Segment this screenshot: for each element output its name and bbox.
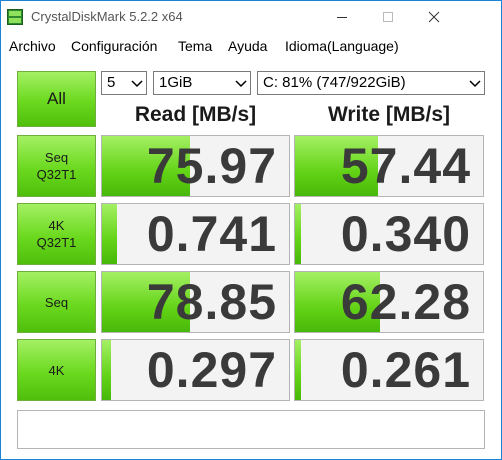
chevron-down-icon	[235, 80, 247, 88]
window-title: CrystalDiskMark 5.2.2 x64	[31, 9, 183, 24]
minimize-button[interactable]	[319, 1, 365, 34]
seq-write-result: 62.28	[294, 271, 484, 333]
4k-q32t1-button[interactable]: 4K Q32T1	[17, 203, 96, 265]
4k-button[interactable]: 4K	[17, 339, 96, 401]
4k-read-result: 0.297	[101, 339, 290, 401]
app-window: CrystalDiskMark 5.2.2 x64 Archivo Config…	[0, 0, 502, 460]
maximize-icon	[383, 12, 393, 22]
read-value: 78.85	[146, 274, 277, 330]
chevron-down-icon	[131, 80, 143, 88]
comment-box[interactable]	[17, 410, 485, 449]
4k-q32t1-write-result: 0.340	[294, 203, 484, 265]
test-count-value: 5	[107, 74, 116, 91]
menu-ayuda[interactable]: Ayuda	[228, 38, 267, 54]
app-icon	[7, 9, 23, 25]
read-value: 0.741	[146, 206, 277, 262]
seq-q32t1-button[interactable]: Seq Q32T1	[17, 135, 96, 197]
menu-tema[interactable]: Tema	[178, 38, 212, 54]
read-bar	[102, 204, 117, 264]
menu-archivo[interactable]: Archivo	[9, 38, 56, 54]
main-panel: All 5 1GiB C: 81% (747/922GiB) Read [MB/…	[1, 58, 501, 459]
title-bar[interactable]: CrystalDiskMark 5.2.2 x64	[1, 1, 501, 34]
seq-q32t1-read-result: 75.97	[101, 135, 290, 197]
close-icon	[428, 11, 440, 23]
menu-idioma[interactable]: Idioma(Language)	[285, 38, 399, 54]
drive-value: C: 81% (747/922GiB)	[263, 74, 406, 91]
write-value: 0.340	[340, 206, 471, 262]
all-button-label: All	[47, 89, 66, 108]
read-header: Read [MB/s]	[134, 103, 257, 126]
row-sublabel: Q32T1	[36, 167, 77, 182]
row-label: Seq	[44, 294, 69, 310]
4k-q32t1-read-result: 0.741	[101, 203, 290, 265]
drive-select[interactable]: C: 81% (747/922GiB)	[257, 71, 485, 95]
row-label: 4K	[48, 362, 65, 378]
write-bar	[295, 204, 301, 264]
seq-read-result: 78.85	[101, 271, 290, 333]
read-value: 0.297	[146, 342, 277, 398]
chevron-down-icon	[469, 80, 481, 88]
row-label: Seq	[44, 150, 69, 165]
all-button[interactable]: All	[17, 71, 96, 127]
maximize-button[interactable]	[365, 1, 411, 34]
close-button[interactable]	[411, 1, 457, 34]
test-count-select[interactable]: 5	[101, 71, 147, 95]
write-value: 0.261	[340, 342, 471, 398]
minimize-icon	[337, 17, 347, 18]
seq-button[interactable]: Seq	[17, 271, 96, 333]
menu-configuracion[interactable]: Configuración	[71, 38, 157, 54]
write-bar	[295, 340, 301, 400]
write-value: 57.44	[340, 138, 471, 194]
test-size-select[interactable]: 1GiB	[153, 71, 251, 95]
read-bar	[102, 340, 112, 400]
write-header: Write [MB/s]	[327, 103, 451, 126]
test-size-value: 1GiB	[159, 74, 193, 91]
read-value: 75.97	[146, 138, 277, 194]
seq-q32t1-write-result: 57.44	[294, 135, 484, 197]
row-sublabel: Q32T1	[36, 235, 77, 250]
4k-write-result: 0.261	[294, 339, 484, 401]
menu-bar: Archivo Configuración Tema Ayuda Idioma(…	[1, 34, 501, 58]
write-value: 62.28	[340, 274, 471, 330]
row-label: 4K	[48, 218, 65, 233]
